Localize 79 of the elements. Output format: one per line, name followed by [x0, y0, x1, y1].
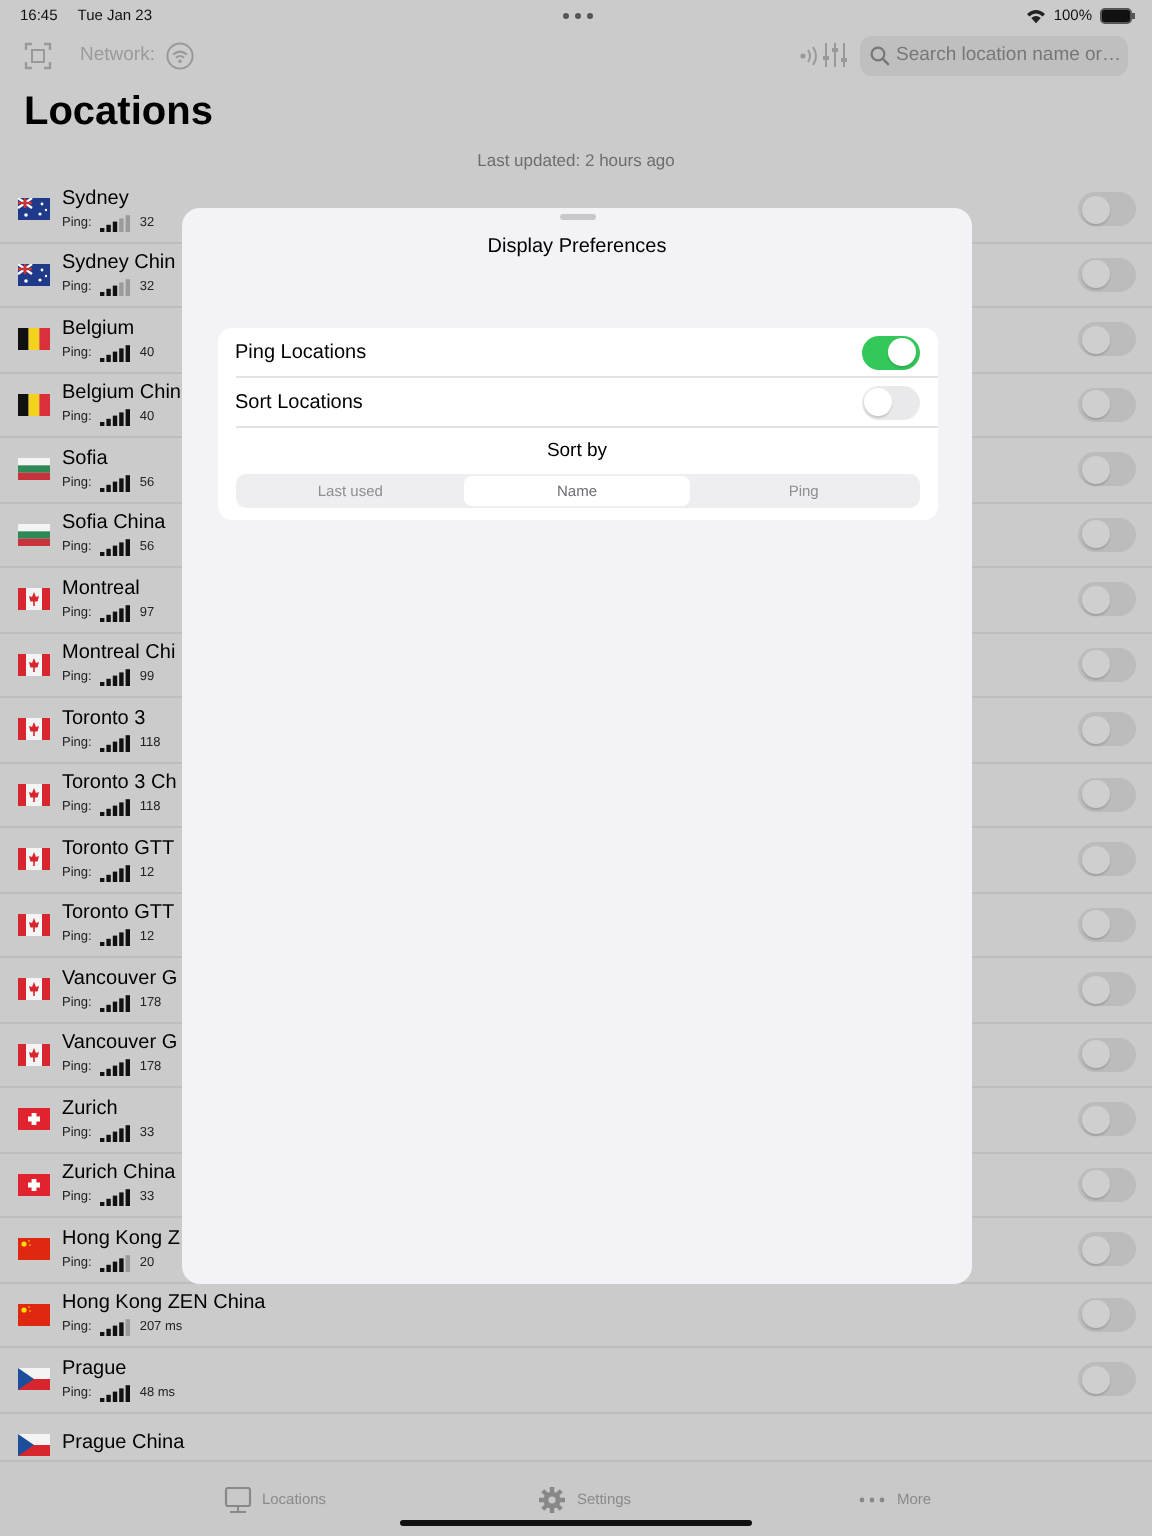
toggle-switch[interactable] — [1078, 1362, 1136, 1397]
flag-icon — [18, 718, 50, 741]
monitor-icon — [223, 1485, 252, 1513]
location-name: Toronto 3 — [62, 707, 146, 732]
flag-icon — [18, 198, 50, 221]
flag-icon — [18, 1173, 50, 1196]
flag-icon — [18, 913, 50, 936]
toggle-switch[interactable] — [861, 335, 919, 369]
sheet-grabber[interactable] — [559, 214, 595, 220]
flag-icon — [18, 978, 50, 1001]
flag-icon — [18, 263, 50, 286]
flag-icon — [18, 653, 50, 676]
location-name: Toronto GTT — [62, 837, 175, 862]
toggle-switch[interactable] — [1078, 907, 1136, 942]
location-name: Zurich China — [62, 1162, 176, 1187]
location-name: Vancouver G — [62, 1032, 178, 1057]
setting-label: Ping Locations — [235, 341, 367, 363]
location-name: Montreal — [62, 577, 140, 602]
toggle-switch[interactable] — [1078, 777, 1136, 812]
location-name: Sofia China — [62, 512, 166, 537]
flag-icon — [18, 1238, 50, 1261]
flag-icon — [18, 1043, 50, 1066]
setting-label: Sort Locations — [235, 391, 363, 413]
location-name: Toronto 3 Ch — [62, 772, 177, 797]
location-name: Sydney — [62, 187, 129, 212]
location-name: Prague — [62, 1357, 127, 1382]
toggle-switch[interactable] — [1078, 452, 1136, 487]
location-name: Zurich — [62, 1097, 118, 1122]
location-name: Vancouver G — [62, 967, 178, 992]
toggle-switch[interactable] — [1078, 1167, 1136, 1202]
location-name: Montreal Chi — [62, 642, 176, 667]
location-name: Belgium — [62, 317, 135, 342]
flag-icon — [18, 393, 50, 416]
toggle-switch[interactable] — [1078, 387, 1136, 422]
sliders-icon[interactable] — [822, 42, 848, 68]
toggle-switch[interactable] — [1078, 582, 1136, 617]
sort-by-label: Sort by — [544, 438, 610, 466]
wifi-icon[interactable] — [166, 41, 195, 69]
location-name: Hong Kong Z — [62, 1227, 180, 1252]
toggle-switch[interactable] — [1078, 1102, 1136, 1137]
location-name: Toronto GTT — [62, 902, 175, 927]
toggle-switch[interactable] — [861, 385, 919, 419]
flag-icon — [18, 328, 50, 351]
location-name: Prague China — [62, 1432, 185, 1457]
toggle-switch[interactable] — [1078, 257, 1136, 292]
toggle-switch[interactable] — [1078, 972, 1136, 1007]
location-name: Hong Kong ZEN China — [62, 1292, 266, 1317]
scan-icon[interactable] — [24, 41, 52, 69]
toggle-switch[interactable] — [1078, 1232, 1136, 1267]
battery-icon — [1100, 7, 1136, 23]
toggle-switch[interactable] — [1078, 517, 1136, 552]
flag-icon — [18, 1433, 50, 1456]
toggle-switch[interactable] — [1078, 1037, 1136, 1072]
toggle-switch[interactable] — [1078, 712, 1136, 747]
flag-icon — [18, 588, 50, 611]
flag-icon — [18, 1368, 50, 1391]
flag-icon — [18, 523, 50, 546]
toggle-switch[interactable] — [1078, 1297, 1136, 1332]
wifi-icon — [1025, 7, 1046, 23]
toggle-switch[interactable] — [1078, 842, 1136, 877]
flag-icon — [18, 1303, 50, 1326]
flag-icon — [18, 458, 50, 481]
multitask-dots-icon — [562, 11, 594, 19]
toggle-switch[interactable] — [1078, 192, 1136, 227]
page-title: Locations — [24, 88, 215, 138]
location-name: Sydney Chin — [62, 252, 176, 277]
toggle-switch[interactable] — [1078, 322, 1136, 357]
broadcast-icon[interactable] — [798, 43, 822, 67]
search-field[interactable]: Search location name or… — [860, 35, 1128, 75]
sheet-title: Display Preferences — [487, 236, 667, 258]
toggle-switch[interactable] — [1078, 647, 1136, 682]
flag-icon — [18, 1108, 50, 1131]
location-name: Belgium Chin — [62, 382, 181, 407]
flag-icon — [18, 848, 50, 871]
search-icon — [870, 45, 890, 65]
last-updated-text: Last updated: 2 hours ago — [475, 150, 677, 174]
flag-icon — [18, 783, 50, 806]
location-name: Sofia — [62, 447, 108, 472]
settings-icon — [538, 1485, 567, 1513]
